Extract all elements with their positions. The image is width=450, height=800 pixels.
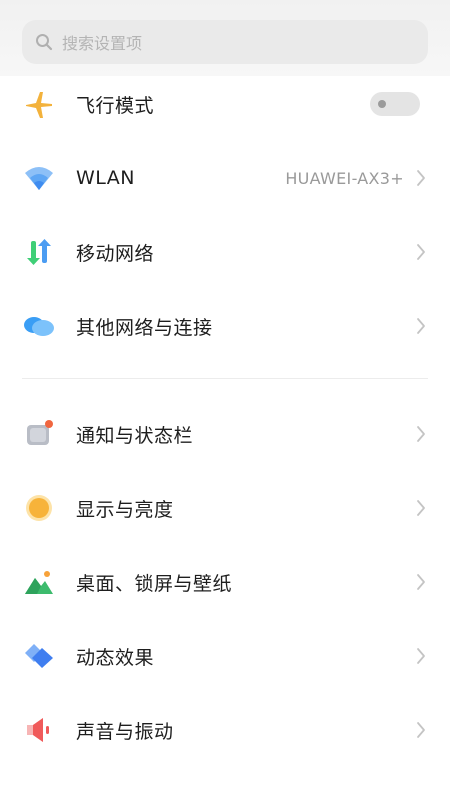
setting-airplane-mode[interactable]: 飞行模式 xyxy=(0,74,450,134)
brightness-icon xyxy=(22,491,56,525)
chevron-right-icon xyxy=(414,720,428,740)
search-icon xyxy=(34,32,54,52)
airplane-mode-toggle[interactable] xyxy=(370,92,420,116)
wifi-icon xyxy=(22,161,56,195)
toggle-knob xyxy=(378,100,386,108)
section-divider xyxy=(22,378,428,379)
setting-other-networks[interactable]: 其他网络与连接 xyxy=(0,296,450,356)
setting-animation-effects[interactable]: 动态效果 xyxy=(0,626,450,686)
header: 搜索设置项 xyxy=(0,0,450,76)
wallpaper-icon xyxy=(22,565,56,599)
mobile-network-icon xyxy=(22,235,56,269)
setting-label: 显示与亮度 xyxy=(76,498,174,521)
setting-label: 其他网络与连接 xyxy=(76,316,213,339)
animation-icon xyxy=(22,639,56,673)
setting-wlan[interactable]: WLAN HUAWEI-AX3+ xyxy=(0,148,450,208)
chevron-right-icon xyxy=(414,168,428,188)
notification-icon xyxy=(22,417,56,451)
setting-desktop-wallpaper[interactable]: 桌面、锁屏与壁纸 xyxy=(0,552,450,612)
setting-label: 桌面、锁屏与壁纸 xyxy=(76,572,233,595)
chevron-right-icon xyxy=(414,242,428,262)
setting-display-brightness[interactable]: 显示与亮度 xyxy=(0,478,450,538)
chevron-right-icon xyxy=(414,646,428,666)
sound-icon xyxy=(22,713,56,747)
setting-label: 声音与振动 xyxy=(76,720,174,743)
wlan-network-name: HUAWEI-AX3+ xyxy=(285,168,404,188)
setting-label: WLAN xyxy=(76,167,136,189)
setting-label: 动态效果 xyxy=(76,646,155,669)
setting-label: 移动网络 xyxy=(76,242,155,265)
chevron-right-icon xyxy=(414,572,428,592)
cloud-link-icon xyxy=(22,309,56,343)
setting-mobile-network[interactable]: 移动网络 xyxy=(0,222,450,282)
setting-notifications[interactable]: 通知与状态栏 xyxy=(0,404,450,464)
airplane-icon xyxy=(22,87,56,121)
chevron-right-icon xyxy=(414,424,428,444)
chevron-right-icon xyxy=(414,498,428,518)
setting-label: 飞行模式 xyxy=(76,94,155,117)
search-bar[interactable]: 搜索设置项 xyxy=(22,20,428,64)
setting-label: 通知与状态栏 xyxy=(76,424,194,447)
chevron-right-icon xyxy=(414,316,428,336)
search-input[interactable]: 搜索设置项 xyxy=(62,30,142,54)
setting-sound-vibration[interactable]: 声音与振动 xyxy=(0,700,450,760)
